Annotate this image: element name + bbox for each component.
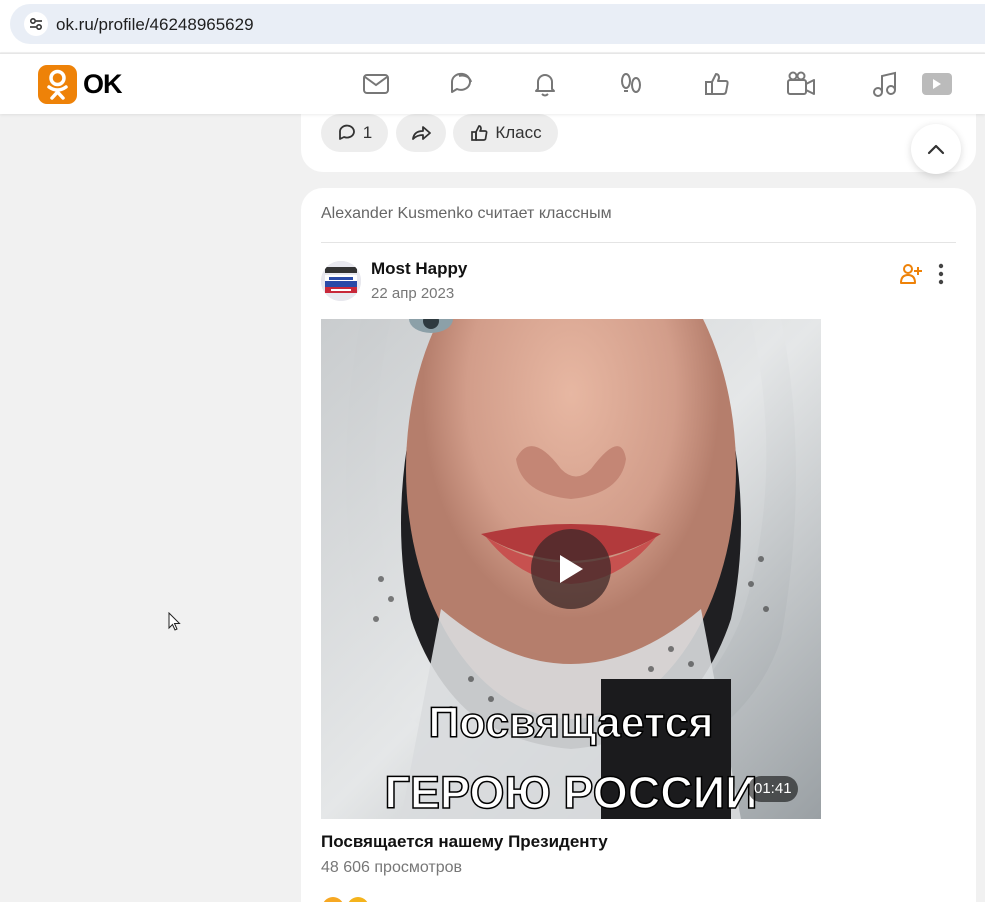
author-avatar[interactable] bbox=[321, 261, 361, 301]
bell-icon[interactable] bbox=[530, 69, 560, 99]
video-play-icon[interactable] bbox=[920, 69, 952, 99]
browser-address-bar: ok.ru/profile/46248965629 bbox=[0, 0, 985, 52]
url-text[interactable]: ok.ru/profile/46248965629 bbox=[56, 15, 254, 35]
ok-logo-icon bbox=[38, 65, 77, 104]
divider bbox=[321, 242, 956, 243]
thumbs-up-icon bbox=[471, 125, 488, 141]
site-settings-icon[interactable] bbox=[24, 12, 48, 36]
post-date[interactable]: 22 апр 2023 bbox=[371, 285, 454, 302]
share-button[interactable] bbox=[396, 114, 446, 152]
video-title[interactable]: Посвящается нашему Президенту bbox=[321, 832, 608, 852]
like-button[interactable]: Класс bbox=[453, 114, 558, 152]
like-label: Класс bbox=[495, 123, 542, 142]
author-name[interactable]: Most Happy bbox=[371, 259, 467, 279]
video-caption-line-2: ГЕРОЮ РОССИИ bbox=[384, 766, 758, 819]
reaction-icons[interactable] bbox=[321, 896, 371, 902]
chat-icon[interactable] bbox=[446, 69, 476, 99]
ok-logo[interactable]: OK bbox=[38, 65, 122, 104]
comment-icon bbox=[338, 124, 355, 140]
mouse-cursor-icon bbox=[168, 611, 182, 632]
video-camera-icon[interactable] bbox=[786, 69, 816, 99]
url-field[interactable]: ok.ru/profile/46248965629 bbox=[10, 4, 985, 44]
add-friend-icon[interactable] bbox=[899, 263, 923, 285]
chevron-up-icon bbox=[927, 144, 945, 155]
share-icon bbox=[412, 126, 431, 140]
play-icon bbox=[560, 555, 583, 583]
previous-post-card: 1 Класс bbox=[301, 114, 976, 172]
comment-button[interactable]: 1 bbox=[321, 114, 388, 152]
likes-icon[interactable] bbox=[702, 69, 732, 99]
video-player[interactable]: Посвящается ГЕРОЮ РОССИИ 01:41 bbox=[321, 319, 821, 819]
liked-by-text[interactable]: Alexander Kusmenko считает классным bbox=[321, 205, 612, 223]
video-caption-line-1: Посвящается bbox=[428, 698, 715, 748]
mail-icon[interactable] bbox=[361, 69, 391, 99]
feed-post-card: Alexander Kusmenko считает классным Most… bbox=[301, 188, 976, 902]
more-options-icon[interactable] bbox=[931, 262, 951, 286]
view-count: 48 606 просмотров bbox=[321, 859, 463, 876]
logo-text: OK bbox=[83, 69, 122, 99]
site-header: OK bbox=[0, 53, 985, 114]
music-icon[interactable] bbox=[870, 69, 900, 99]
scroll-to-top-button[interactable] bbox=[911, 124, 961, 174]
play-button[interactable] bbox=[531, 529, 611, 609]
guests-icon[interactable] bbox=[616, 69, 646, 99]
video-duration-badge: 01:41 bbox=[748, 776, 798, 802]
comment-count: 1 bbox=[362, 123, 373, 142]
